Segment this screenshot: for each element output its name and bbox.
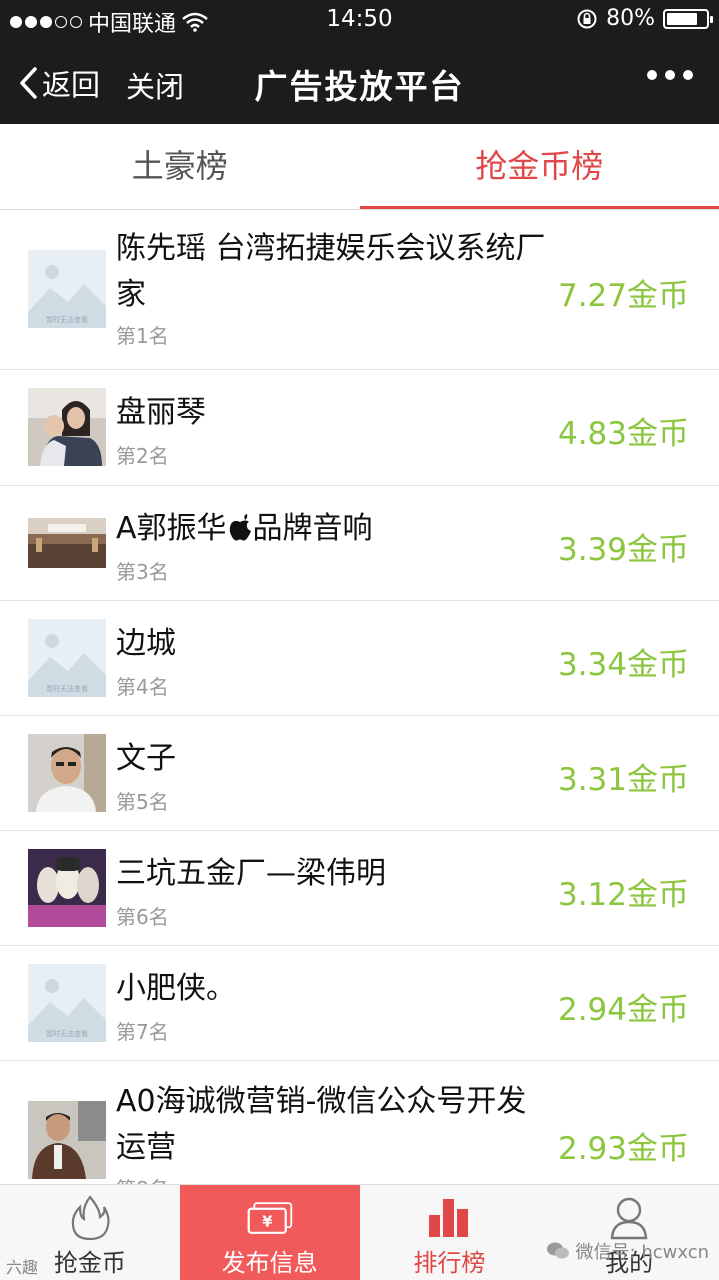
row-coins: 4.83金币: [557, 416, 689, 452]
row-name: 盘丽琴: [116, 395, 206, 430]
tab-publish[interactable]: ¥ 发布信息: [179, 1185, 360, 1280]
watermark-left-text: 六趣: [6, 1258, 39, 1277]
row-name-text: A郭振华 品牌音响: [116, 511, 373, 546]
tab-mine[interactable]: 我的: [539, 1185, 719, 1280]
list-item[interactable]: 暂时无法查看 边城 第4名 3.34金币: [0, 601, 719, 716]
row-name: 文子: [116, 741, 176, 776]
row-name: 三坑五金厂—梁伟明: [116, 856, 386, 891]
battery-icon: [663, 8, 713, 29]
list-item[interactable]: 暂时无法查看 小肥侠。 第7名 2.94金币: [0, 946, 719, 1061]
ranking-list: 暂时无法查看 陈先瑶 台湾拓捷娱乐会议系统厂家 第1名 7.27金币 盘丽琴 第…: [0, 210, 719, 1184]
row-coins: 3.34金币: [557, 647, 689, 683]
money-icon: ¥: [245, 1195, 295, 1241]
avatar-photo: [28, 388, 106, 466]
watermark-left: 六趣: [6, 1254, 38, 1278]
row-name: A0海诚微营销-微信公众号开发运营: [116, 1084, 527, 1165]
row-name-part: 品牌音响: [252, 511, 373, 546]
status-right: 80%: [576, 6, 713, 31]
nav-bar: 返回 关闭 广告投放平台: [0, 40, 719, 124]
tab-tuhao[interactable]: 土豪榜: [0, 124, 360, 209]
avatar-placeholder: 暂时无法查看: [28, 250, 106, 328]
avatar-placeholder: 暂时无法查看: [28, 964, 106, 1042]
row-coins: 3.39金币: [557, 532, 689, 568]
tab-label: 发布信息: [221, 1249, 318, 1277]
tab-ranking[interactable]: 排行榜: [360, 1185, 540, 1280]
tab-label: 排行榜: [413, 1249, 486, 1277]
row-rank: 第6名: [116, 905, 169, 929]
list-item[interactable]: A郭振华 品牌音响 第3名 3.39金币: [0, 486, 719, 601]
avatar-photo: [28, 1101, 106, 1179]
avatar-photo: [28, 734, 106, 812]
svg-text:¥: ¥: [262, 1213, 273, 1230]
ranking-tabs: 土豪榜 抢金币榜: [0, 124, 719, 210]
avatar-photo: [28, 504, 106, 582]
row-rank: 第3名: [116, 560, 169, 584]
list-item[interactable]: 盘丽琴 第2名 4.83金币: [0, 370, 719, 486]
list-item[interactable]: 文子 第5名 3.31金币: [0, 716, 719, 831]
tab-grab-coins[interactable]: 抢金币榜: [359, 124, 719, 209]
list-item[interactable]: 三坑五金厂—梁伟明 第6名 3.12金币: [0, 831, 719, 946]
svg-text:暂时无法查看: 暂时无法查看: [46, 315, 88, 324]
row-coins: 3.31金币: [557, 762, 689, 798]
row-coins: 7.27金币: [557, 278, 689, 314]
list-item[interactable]: 暂时无法查看 陈先瑶 台湾拓捷娱乐会议系统厂家 第1名 7.27金币: [0, 210, 719, 370]
status-bar: 中国联通 14:50 80%: [0, 0, 719, 40]
watermark-right: 微信号: hcwxcn: [546, 1238, 709, 1264]
row-name: 小肥侠。: [116, 971, 236, 1006]
bottom-tab-bar: 抢金币 ¥ 发布信息 排行榜 我的: [0, 1184, 719, 1280]
svg-text:暂时无法查看: 暂时无法查看: [46, 684, 88, 693]
row-rank: 第1名: [116, 324, 169, 348]
row-rank: 第8名: [116, 1173, 169, 1184]
flame-icon: [65, 1195, 115, 1241]
row-rank: 第2名: [116, 444, 169, 468]
row-coins: 2.93金币: [557, 1131, 689, 1167]
more-icon[interactable]: [647, 70, 693, 80]
bar-chart-icon: [424, 1195, 474, 1241]
row-coins: 2.94金币: [557, 992, 689, 1028]
row-name: 边城: [116, 626, 176, 661]
wechat-icon: [546, 1242, 569, 1259]
user-icon: [604, 1195, 654, 1241]
row-name-part: A郭振华: [116, 511, 227, 546]
page-title: 广告投放平台: [254, 67, 465, 106]
row-coins: 3.12金币: [557, 877, 689, 913]
avatar-photo: [28, 849, 106, 927]
row-name: 陈先瑶 台湾拓捷娱乐会议系统厂家: [116, 231, 546, 312]
row-name: A郭振华 品牌音响: [116, 506, 556, 552]
battery-percent: 80%: [606, 6, 655, 31]
watermark-right-text: 微信号: hcwxcn: [575, 1242, 709, 1263]
apple-logo-icon: [229, 514, 251, 541]
list-item[interactable]: A0海诚微营销-微信公众号开发运营 第8名 2.93金币: [0, 1061, 719, 1184]
row-rank: 第7名: [116, 1020, 169, 1044]
svg-text:暂时无法查看: 暂时无法查看: [46, 1029, 88, 1038]
row-rank: 第4名: [116, 675, 169, 699]
row-rank: 第5名: [116, 790, 169, 814]
avatar-placeholder: 暂时无法查看: [28, 619, 106, 697]
rotation-lock-icon: [577, 9, 597, 28]
